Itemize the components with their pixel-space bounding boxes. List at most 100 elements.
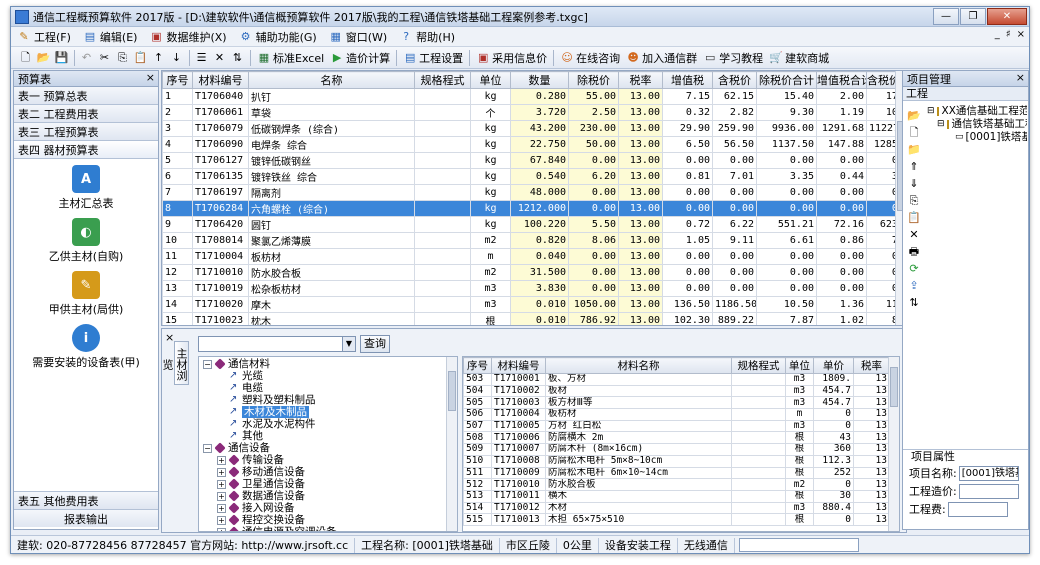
- table-cell[interactable]: 3.720: [510, 104, 569, 121]
- table-cell[interactable]: 43: [813, 431, 854, 445]
- table-row[interactable]: 3 T1706079 低碳钢焊条 (综合) kg 43.200 230.00 13.00 29…: [162, 120, 906, 137]
- close-button[interactable]: ✕: [987, 8, 1027, 25]
- table-cell[interactable]: 镀锌低碳钢丝: [248, 152, 415, 169]
- table-cell[interactable]: 13: [853, 466, 890, 480]
- table-cell[interactable]: 13: [853, 478, 890, 491]
- col-header[interactable]: 增值税合计: [816, 71, 867, 89]
- delete-icon[interactable]: ✕: [907, 228, 921, 242]
- table-cell[interactable]: 454.7: [813, 396, 854, 410]
- table-cell[interactable]: 5.50: [568, 216, 619, 233]
- table-cell[interactable]: T1706079: [192, 120, 249, 137]
- table-cell[interactable]: 0.00: [662, 248, 713, 265]
- table-cell[interactable]: 13.00: [618, 120, 663, 137]
- table-cell[interactable]: 0.00: [756, 200, 817, 217]
- table-cell[interactable]: 0.540: [510, 168, 569, 185]
- table-cell[interactable]: 0.00: [816, 280, 867, 297]
- table-cell[interactable]: 13.00: [618, 200, 663, 217]
- menu-data[interactable]: ▣ 数据维护(X): [143, 27, 232, 47]
- chevron-down-icon[interactable]: ▼: [342, 337, 355, 351]
- table-cell[interactable]: 1212.000: [510, 200, 569, 217]
- menu-project[interactable]: ✎ 工程(F): [11, 27, 77, 47]
- table-cell[interactable]: 1809.: [813, 373, 854, 386]
- table-cell[interactable]: 56.50: [712, 136, 757, 153]
- table-cell[interactable]: 3.35: [756, 168, 817, 185]
- table-cell[interactable]: m3: [470, 280, 511, 297]
- mdi-minimize-button[interactable]: _: [995, 29, 1000, 40]
- table-cell[interactable]: 13.00: [618, 248, 663, 265]
- table-cell[interactable]: 15.40: [756, 88, 817, 105]
- table-cell[interactable]: 1.19: [816, 104, 867, 121]
- table-cell[interactable]: 506: [463, 408, 492, 421]
- tree-node[interactable]: + 数据通信设备: [199, 490, 457, 502]
- col-header[interactable]: 序号: [463, 357, 492, 374]
- table-cell[interactable]: 136.50: [662, 296, 713, 313]
- table-cell[interactable]: m: [785, 408, 814, 421]
- table-row[interactable]: 9 T1706420 圆钉 kg 100.220 5.50 13.00 0.72 6.22 551…: [162, 216, 906, 233]
- table-cell[interactable]: 0.00: [816, 200, 867, 217]
- table-cell[interactable]: 0.00: [712, 264, 757, 281]
- table-cell[interactable]: 508: [463, 431, 492, 445]
- table-cell[interactable]: 0.00: [816, 264, 867, 281]
- table-cell[interactable]: [731, 408, 786, 421]
- table-cell[interactable]: 2.50: [568, 104, 619, 121]
- table-cell[interactable]: 0.00: [662, 280, 713, 297]
- table-cell[interactable]: 13.00: [618, 152, 663, 169]
- table-cell[interactable]: 0.72: [662, 216, 713, 233]
- material-scrollbar[interactable]: [888, 357, 899, 531]
- table-cell[interactable]: 0.00: [662, 200, 713, 217]
- col-header[interactable]: 单位: [785, 357, 814, 374]
- list-item[interactable]: 511 T1710009 防腐松木电杆 6m×10~14cm 根 252 13: [463, 466, 890, 480]
- table-cell[interactable]: m3: [785, 501, 814, 515]
- table-cell[interactable]: 0.00: [712, 152, 757, 169]
- tab-table2[interactable]: 表二 工程费用表: [14, 105, 158, 123]
- table-cell[interactable]: [414, 152, 471, 169]
- table-cell[interactable]: 0.00: [662, 152, 713, 169]
- table-cell[interactable]: 13: [853, 454, 890, 468]
- summary-item[interactable]: A 主材汇总表: [14, 165, 158, 211]
- table-cell[interactable]: T1710011: [491, 489, 546, 503]
- table-cell[interactable]: 板方材Ⅲ等: [545, 396, 732, 410]
- table-cell[interactable]: 9: [162, 216, 193, 233]
- table-cell[interactable]: 0.820: [510, 232, 569, 249]
- join-group-button[interactable]: ☻ 加入通信群: [623, 48, 700, 67]
- table-cell[interactable]: [731, 431, 786, 445]
- table-cell[interactable]: 0.00: [756, 152, 817, 169]
- table-row[interactable]: 2 T1706061 草袋 个 3.720 2.50 13.00 0.32 2.82 9.30 1.…: [162, 104, 906, 121]
- tab-table4[interactable]: 表四 器材预算表: [14, 141, 158, 159]
- table-cell[interactable]: 0.280: [510, 88, 569, 105]
- copy-icon[interactable]: ⎘: [114, 49, 131, 66]
- table-cell[interactable]: 2.82: [712, 104, 757, 121]
- mdi-close-button[interactable]: ×: [1017, 29, 1025, 40]
- col-header[interactable]: 税率: [853, 357, 890, 374]
- table-cell[interactable]: [414, 200, 471, 217]
- table-cell[interactable]: T1710003: [491, 396, 546, 410]
- table-cell[interactable]: 62.15: [712, 88, 757, 105]
- table-cell[interactable]: 低碳钢焊条 (综合): [248, 120, 415, 137]
- table-row[interactable]: 15 T1710023 枕木 根 0.010 786.92 13.00 102.30 889.2…: [162, 312, 906, 325]
- table-cell[interactable]: 0.00: [568, 248, 619, 265]
- table-cell[interactable]: kg: [470, 120, 511, 137]
- table-cell[interactable]: T1706090: [192, 136, 249, 153]
- table-cell[interactable]: 13: [853, 431, 890, 445]
- equipment-item[interactable]: i 需要安装的设备表(甲): [14, 324, 158, 370]
- table-cell[interactable]: 454.7: [813, 384, 854, 398]
- paste-icon[interactable]: 📋: [907, 211, 921, 225]
- table-cell[interactable]: 6.50: [662, 136, 713, 153]
- refresh-icon[interactable]: ⟳: [907, 262, 921, 276]
- table-cell[interactable]: m: [470, 248, 511, 265]
- table-row[interactable]: 5 T1706127 镀锌低碳钢丝 kg 67.840 0.00 13.00 0.00 0.00…: [162, 152, 906, 169]
- table-cell[interactable]: 个: [470, 104, 511, 121]
- table-cell[interactable]: 13: [853, 396, 890, 410]
- table-cell[interactable]: 防腐松木电杆 6m×10~14cm: [545, 466, 732, 480]
- table-cell[interactable]: kg: [470, 152, 511, 169]
- table-cell[interactable]: 防水胶合板: [545, 478, 732, 491]
- table-row[interactable]: 1 T1706040 扒钉 kg 0.280 55.00 13.00 7.15 62.15 15.…: [162, 88, 906, 105]
- table-cell[interactable]: T1706127: [192, 152, 249, 169]
- table-cell[interactable]: 方材 红白松: [545, 419, 732, 433]
- table-cell[interactable]: 0.00: [568, 184, 619, 201]
- table-cell[interactable]: 72.16: [816, 216, 867, 233]
- table-cell[interactable]: kg: [470, 168, 511, 185]
- restore-button[interactable]: ❐: [960, 8, 986, 25]
- table-cell[interactable]: 隔离剂: [248, 184, 415, 201]
- tree-node[interactable]: ↗ 塑料及塑料制品: [199, 394, 457, 406]
